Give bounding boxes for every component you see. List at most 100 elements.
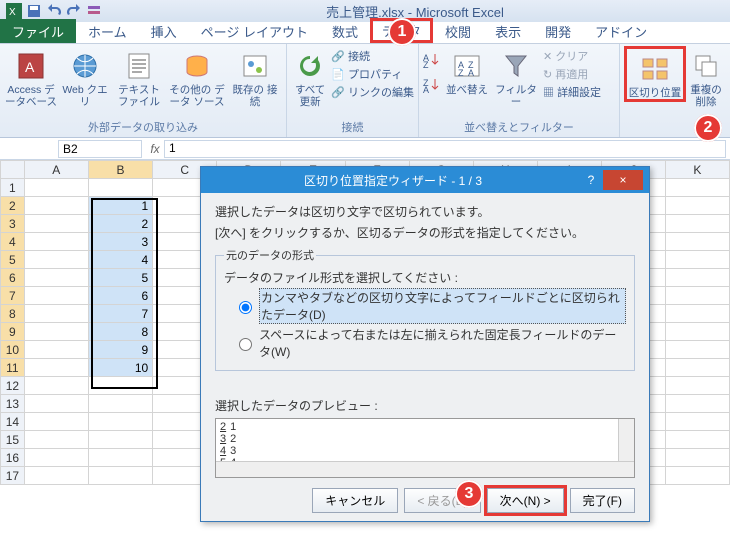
tab-view[interactable]: 表示 [483,19,533,43]
cell[interactable] [24,197,88,215]
btn-sort-asc[interactable]: AZ [423,52,443,71]
btn-text-to-columns[interactable]: 区切り位置 [624,46,686,102]
row-header[interactable]: 11 [1,359,25,377]
cell[interactable]: 9 [88,341,152,359]
tab-home[interactable]: ホーム [76,19,139,43]
cell[interactable] [665,449,729,467]
cell[interactable] [665,233,729,251]
cell[interactable]: 1 [88,197,152,215]
cell[interactable] [24,413,88,431]
row-header[interactable]: 2 [1,197,25,215]
row-header[interactable]: 14 [1,413,25,431]
cell[interactable] [88,395,152,413]
radio-fixed-width[interactable]: スペースによって右または左に揃えられた固定長フィールドのデータ(W) [234,326,626,360]
row-header[interactable]: 1 [1,179,25,197]
row-header[interactable]: 8 [1,305,25,323]
btn-refresh-all[interactable]: すべて 更新 [291,46,329,108]
cell[interactable] [665,287,729,305]
cell[interactable]: 10 [88,359,152,377]
formula-input[interactable]: 1 [164,140,726,158]
btn-filter[interactable]: フィルター [491,46,541,108]
cell[interactable] [24,179,88,197]
row-header[interactable]: 13 [1,395,25,413]
col-header[interactable]: A [24,161,88,179]
btn-from-other[interactable]: その他の データ ソース [166,46,228,108]
btn-from-access[interactable]: AAccess データベース [4,46,58,108]
dialog-titlebar[interactable]: 区切り位置指定ウィザード - 1 / 3 ? × [201,167,649,193]
dialog-help-button[interactable]: ? [579,173,603,187]
cell[interactable] [665,269,729,287]
row-header[interactable]: 9 [1,323,25,341]
cell[interactable] [88,377,152,395]
btn-remove-duplicates[interactable]: 重複の 削除 [686,46,726,108]
cell[interactable] [88,413,152,431]
cell[interactable] [665,341,729,359]
cell[interactable] [665,377,729,395]
cell[interactable] [24,467,88,485]
cell[interactable] [24,449,88,467]
row-header[interactable]: 16 [1,449,25,467]
tab-file[interactable]: ファイル [0,19,76,43]
cell[interactable] [665,467,729,485]
cell[interactable]: 8 [88,323,152,341]
cell[interactable] [24,341,88,359]
cell[interactable] [88,467,152,485]
cell[interactable] [24,395,88,413]
btn-advanced[interactable]: ▦ 詳細設定 [543,84,601,100]
btn-sort[interactable]: AZZA並べ替え [443,46,491,96]
radio-delimited[interactable]: カンマやタブなどの区切り文字によってフィールドごとに区切られたデータ(D) [234,288,626,324]
select-all-corner[interactable] [1,161,25,179]
next-button[interactable]: 次へ(N) > [487,488,564,513]
cell[interactable] [24,287,88,305]
btn-existing-connections[interactable]: 既存の 接続 [228,46,282,108]
cell[interactable] [665,395,729,413]
cell[interactable] [88,431,152,449]
cell[interactable] [665,179,729,197]
fx-icon[interactable]: fx [146,142,164,156]
save-icon[interactable] [26,3,42,19]
cell[interactable] [88,449,152,467]
cell[interactable] [24,377,88,395]
cell[interactable] [24,323,88,341]
cell[interactable]: 6 [88,287,152,305]
redo-icon[interactable] [66,3,82,19]
cell[interactable]: 3 [88,233,152,251]
tab-insert[interactable]: 挿入 [139,19,189,43]
name-box[interactable]: B2 [58,140,142,158]
row-header[interactable]: 3 [1,215,25,233]
cell[interactable] [665,359,729,377]
btn-properties[interactable]: 📄 プロパティ [331,66,414,82]
tab-review[interactable]: 校閲 [433,19,483,43]
undo-icon[interactable] [46,3,62,19]
cell[interactable] [665,431,729,449]
tab-pagelayout[interactable]: ページ レイアウト [189,19,320,43]
cell[interactable]: 2 [88,215,152,233]
btn-from-text[interactable]: テキスト ファイル [112,46,166,108]
row-header[interactable]: 4 [1,233,25,251]
cell[interactable] [665,197,729,215]
col-header[interactable]: B [88,161,152,179]
tab-addin[interactable]: アドイン [583,19,659,43]
cell[interactable] [665,251,729,269]
cell[interactable] [24,251,88,269]
row-header[interactable]: 6 [1,269,25,287]
qat-custom-icon[interactable] [86,3,102,19]
cell[interactable] [24,233,88,251]
btn-connections[interactable]: 🔗 接続 [331,48,414,64]
cell[interactable]: 7 [88,305,152,323]
btn-from-web[interactable]: Web クエリ [58,46,112,108]
radio-fixed-input[interactable] [239,338,252,351]
cell[interactable] [24,431,88,449]
dialog-close-button[interactable]: × [603,170,643,190]
cancel-button[interactable]: キャンセル [312,488,398,513]
radio-delimited-input[interactable] [239,301,252,314]
cell[interactable] [24,215,88,233]
cell[interactable]: 4 [88,251,152,269]
cell[interactable] [665,323,729,341]
cell[interactable] [24,305,88,323]
tab-formulas[interactable]: 数式 [320,19,370,43]
cell[interactable] [24,359,88,377]
col-header[interactable]: K [665,161,729,179]
row-header[interactable]: 5 [1,251,25,269]
preview-hscroll[interactable] [216,461,634,477]
